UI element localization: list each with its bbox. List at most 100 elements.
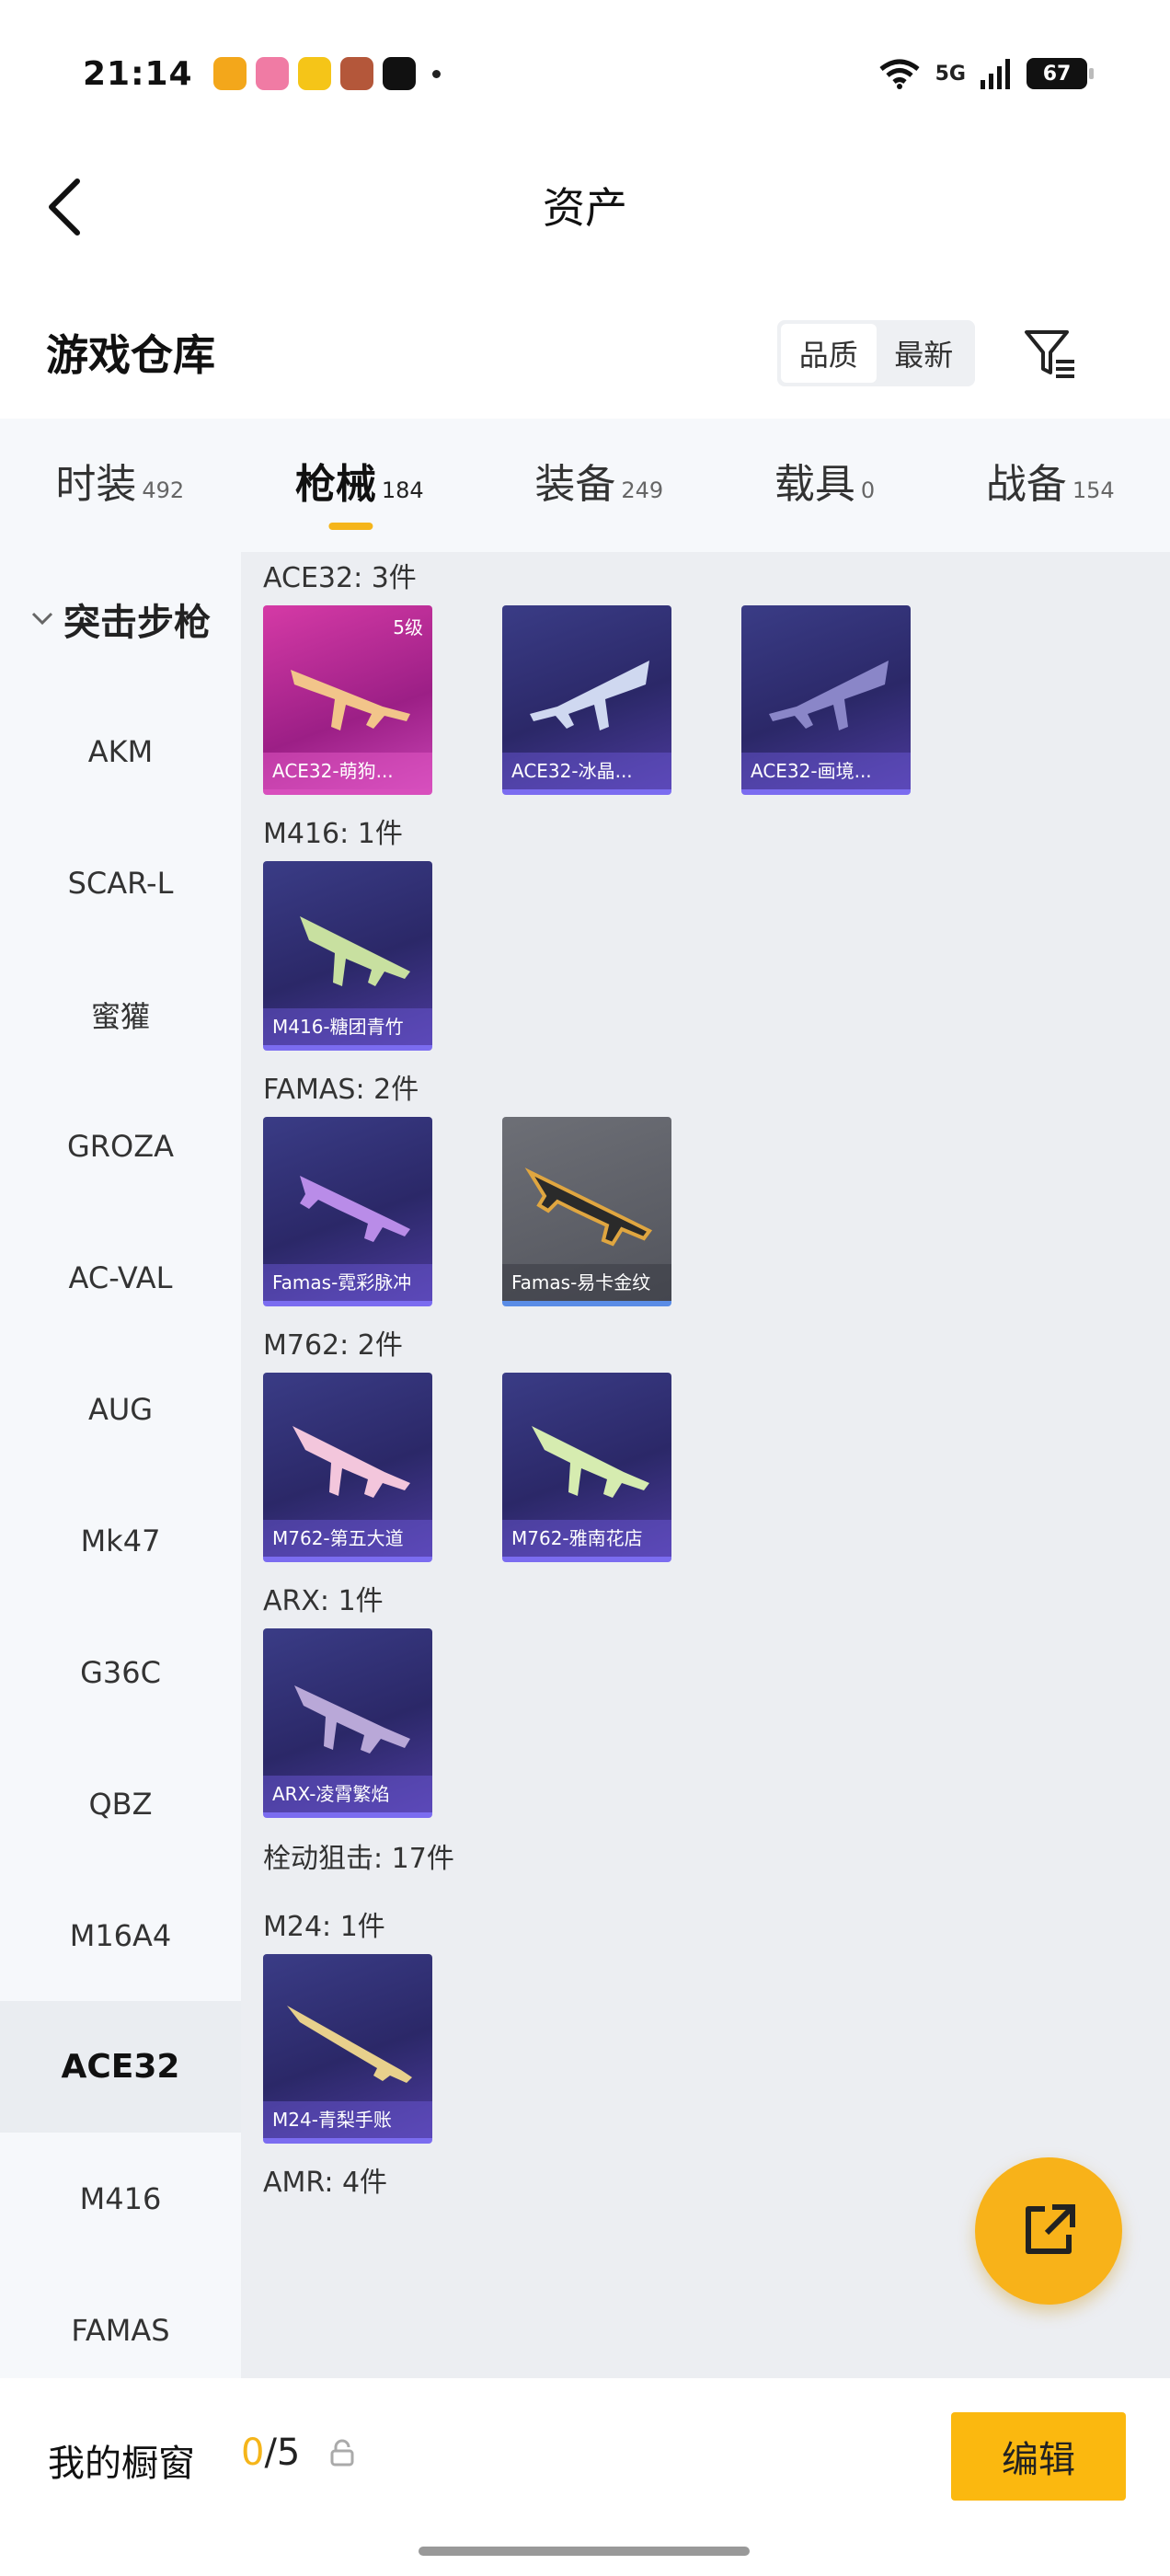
section-items: Famas-霓彩脉冲 Famas-易卡金纹: [241, 1117, 1170, 1306]
tab-equipment[interactable]: 装备 249: [534, 451, 663, 510]
sort-toggle: 品质 最新: [777, 320, 975, 386]
page-title: 资产: [543, 183, 627, 233]
status-bar: 21:14 5G 67: [0, 0, 1170, 147]
game-avatar-icon: [339, 57, 373, 90]
rifle-icon: [769, 661, 889, 730]
skin-name: M24-青梨手账: [263, 2101, 432, 2138]
active-tab-indicator: [328, 523, 373, 530]
tab-count: 492: [142, 477, 185, 503]
tiktok-icon: [382, 57, 416, 90]
rifle-icon: [532, 1426, 649, 1498]
tab-count: 184: [381, 477, 424, 503]
warehouse-row: 游戏仓库 品质 最新: [0, 304, 1170, 405]
sidebar-item-g36c[interactable]: G36C: [0, 1606, 241, 1738]
skin-name: ACE32-冰晶...: [502, 753, 671, 789]
showcase-current: 0: [241, 2432, 265, 2474]
skin-card[interactable]: M762-第五大道: [263, 1373, 432, 1562]
skin-card[interactable]: ARX-凌霄繁焰: [263, 1628, 432, 1818]
sort-newest-option[interactable]: 最新: [877, 324, 972, 383]
sidebar-item-qbz[interactable]: QBZ: [0, 1738, 241, 1869]
section-title: M416: 1件: [263, 818, 403, 850]
skin-name: M762-雅南花店: [502, 1520, 671, 1557]
sniper-rifle-icon: [287, 2006, 412, 2083]
home-indicator[interactable]: [419, 2547, 750, 2556]
skin-name: M416-糖团青竹: [263, 1008, 432, 1045]
skin-name: ACE32-萌狗...: [263, 753, 432, 789]
skin-card[interactable]: M762-雅南花店: [502, 1373, 671, 1562]
skin-card[interactable]: Famas-霓彩脉冲: [263, 1117, 432, 1306]
tab-label: 装备: [534, 461, 616, 508]
sidebar-item-akm[interactable]: AKM: [0, 685, 241, 817]
signal-icon: [981, 59, 1010, 89]
sidebar-group-assault-rifle[interactable]: 突击步枪: [0, 552, 241, 685]
wifi-icon: [879, 59, 920, 89]
game-app-icon: [212, 57, 247, 90]
rifle-icon: [300, 916, 410, 986]
skin-name: Famas-易卡金纹: [502, 1264, 671, 1301]
weapon-sidebar: 突击步枪 AKM SCAR-L 蜜獾 GROZA AC-VAL AUG Mk47…: [0, 552, 241, 2378]
tab-label: 战备: [985, 461, 1067, 508]
level-badge: 5级: [393, 616, 423, 638]
section-items: M416-糖团青竹: [241, 861, 1170, 1051]
rifle-icon: [530, 661, 649, 730]
rifle-icon: [292, 1426, 410, 1498]
rifle-icon: [524, 1167, 653, 1247]
share-fab-button[interactable]: [975, 2157, 1122, 2305]
tab-count: 154: [1072, 477, 1115, 503]
bilibili-icon: [255, 57, 289, 90]
sort-quality-option[interactable]: 品质: [781, 324, 877, 383]
chevron-down-icon: [31, 612, 53, 625]
section-items: 5级 ACE32-萌狗... ACE32-冰晶... ACE32-画境...: [241, 605, 1170, 795]
sidebar-item-m416[interactable]: M416: [0, 2133, 241, 2264]
notification-icons: [212, 57, 441, 90]
skin-card[interactable]: Famas-易卡金纹: [502, 1117, 671, 1306]
sidebar-item-honey-badger[interactable]: 蜜獾: [0, 949, 241, 1080]
sidebar-item-groza[interactable]: GROZA: [0, 1080, 241, 1212]
sidebar-item-ace32[interactable]: ACE32: [0, 2001, 241, 2133]
category-tabs: 时装 492 枪械 184 装备 249 载具 0 战备 154: [0, 419, 1170, 552]
section-title: ACE32: 3件: [263, 562, 417, 594]
rifle-icon: [300, 1176, 410, 1242]
tab-battle-prep[interactable]: 战备 154: [986, 451, 1115, 510]
skin-card[interactable]: ACE32-画境...: [741, 605, 911, 795]
tab-count: 0: [860, 477, 876, 503]
section-title: ARX: 1件: [263, 1585, 384, 1617]
tab-fashion[interactable]: 时装 492: [55, 451, 184, 510]
sidebar-item-famas[interactable]: FAMAS: [0, 2264, 241, 2396]
filter-icon: [1025, 330, 1074, 378]
battery-icon: 67: [1027, 58, 1094, 89]
mail-icon: [297, 57, 331, 90]
tab-count: 249: [621, 477, 664, 503]
sidebar-item-scar-l[interactable]: SCAR-L: [0, 817, 241, 949]
warehouse-title: 游戏仓库: [46, 330, 215, 380]
section-title: FAMAS: 2件: [263, 1074, 419, 1106]
skin-card[interactable]: ACE32-冰晶...: [502, 605, 671, 795]
skin-card[interactable]: M416-糖团青竹: [263, 861, 432, 1051]
skin-card[interactable]: M24-青梨手账: [263, 1954, 432, 2144]
network-type: 5G: [935, 62, 966, 86]
sidebar-item-m16a4[interactable]: M16A4: [0, 1869, 241, 2001]
weapon-grid: ACE32: 3件 5级 ACE32-萌狗... ACE32-冰晶... ACE…: [241, 552, 1170, 2378]
sidebar-item-aug[interactable]: AUG: [0, 1343, 241, 1475]
skin-name: ARX-凌霄繁焰: [263, 1776, 432, 1812]
sidebar-item-mk47[interactable]: Mk47: [0, 1475, 241, 1606]
tab-firearms[interactable]: 枪械 184: [295, 451, 424, 530]
edit-button[interactable]: 编辑: [951, 2412, 1126, 2501]
sidebar-group-label: 突击步枪: [63, 601, 211, 644]
tab-vehicles[interactable]: 载具 0: [774, 451, 875, 510]
rifle-icon: [291, 670, 410, 730]
showcase-label: 我的橱窗: [48, 2443, 195, 2485]
category-header: 栓动狙击: 17件: [263, 1843, 454, 1875]
rifle-icon: [294, 1685, 410, 1754]
showcase-total: /5: [264, 2432, 301, 2474]
header: 资产: [0, 147, 1170, 267]
more-notifications-dot: [431, 69, 441, 78]
section-title: M762: 2件: [263, 1329, 403, 1362]
skin-card[interactable]: 5级 ACE32-萌狗...: [263, 605, 432, 795]
section-items: M762-第五大道 M762-雅南花店: [241, 1373, 1170, 1562]
filter-button[interactable]: [1021, 322, 1080, 386]
sidebar-item-ac-val[interactable]: AC-VAL: [0, 1212, 241, 1343]
showcase-count: 0/5: [241, 2432, 300, 2474]
skin-name: Famas-霓彩脉冲: [263, 1264, 432, 1301]
section-title: M24: 1件: [263, 1911, 385, 1943]
